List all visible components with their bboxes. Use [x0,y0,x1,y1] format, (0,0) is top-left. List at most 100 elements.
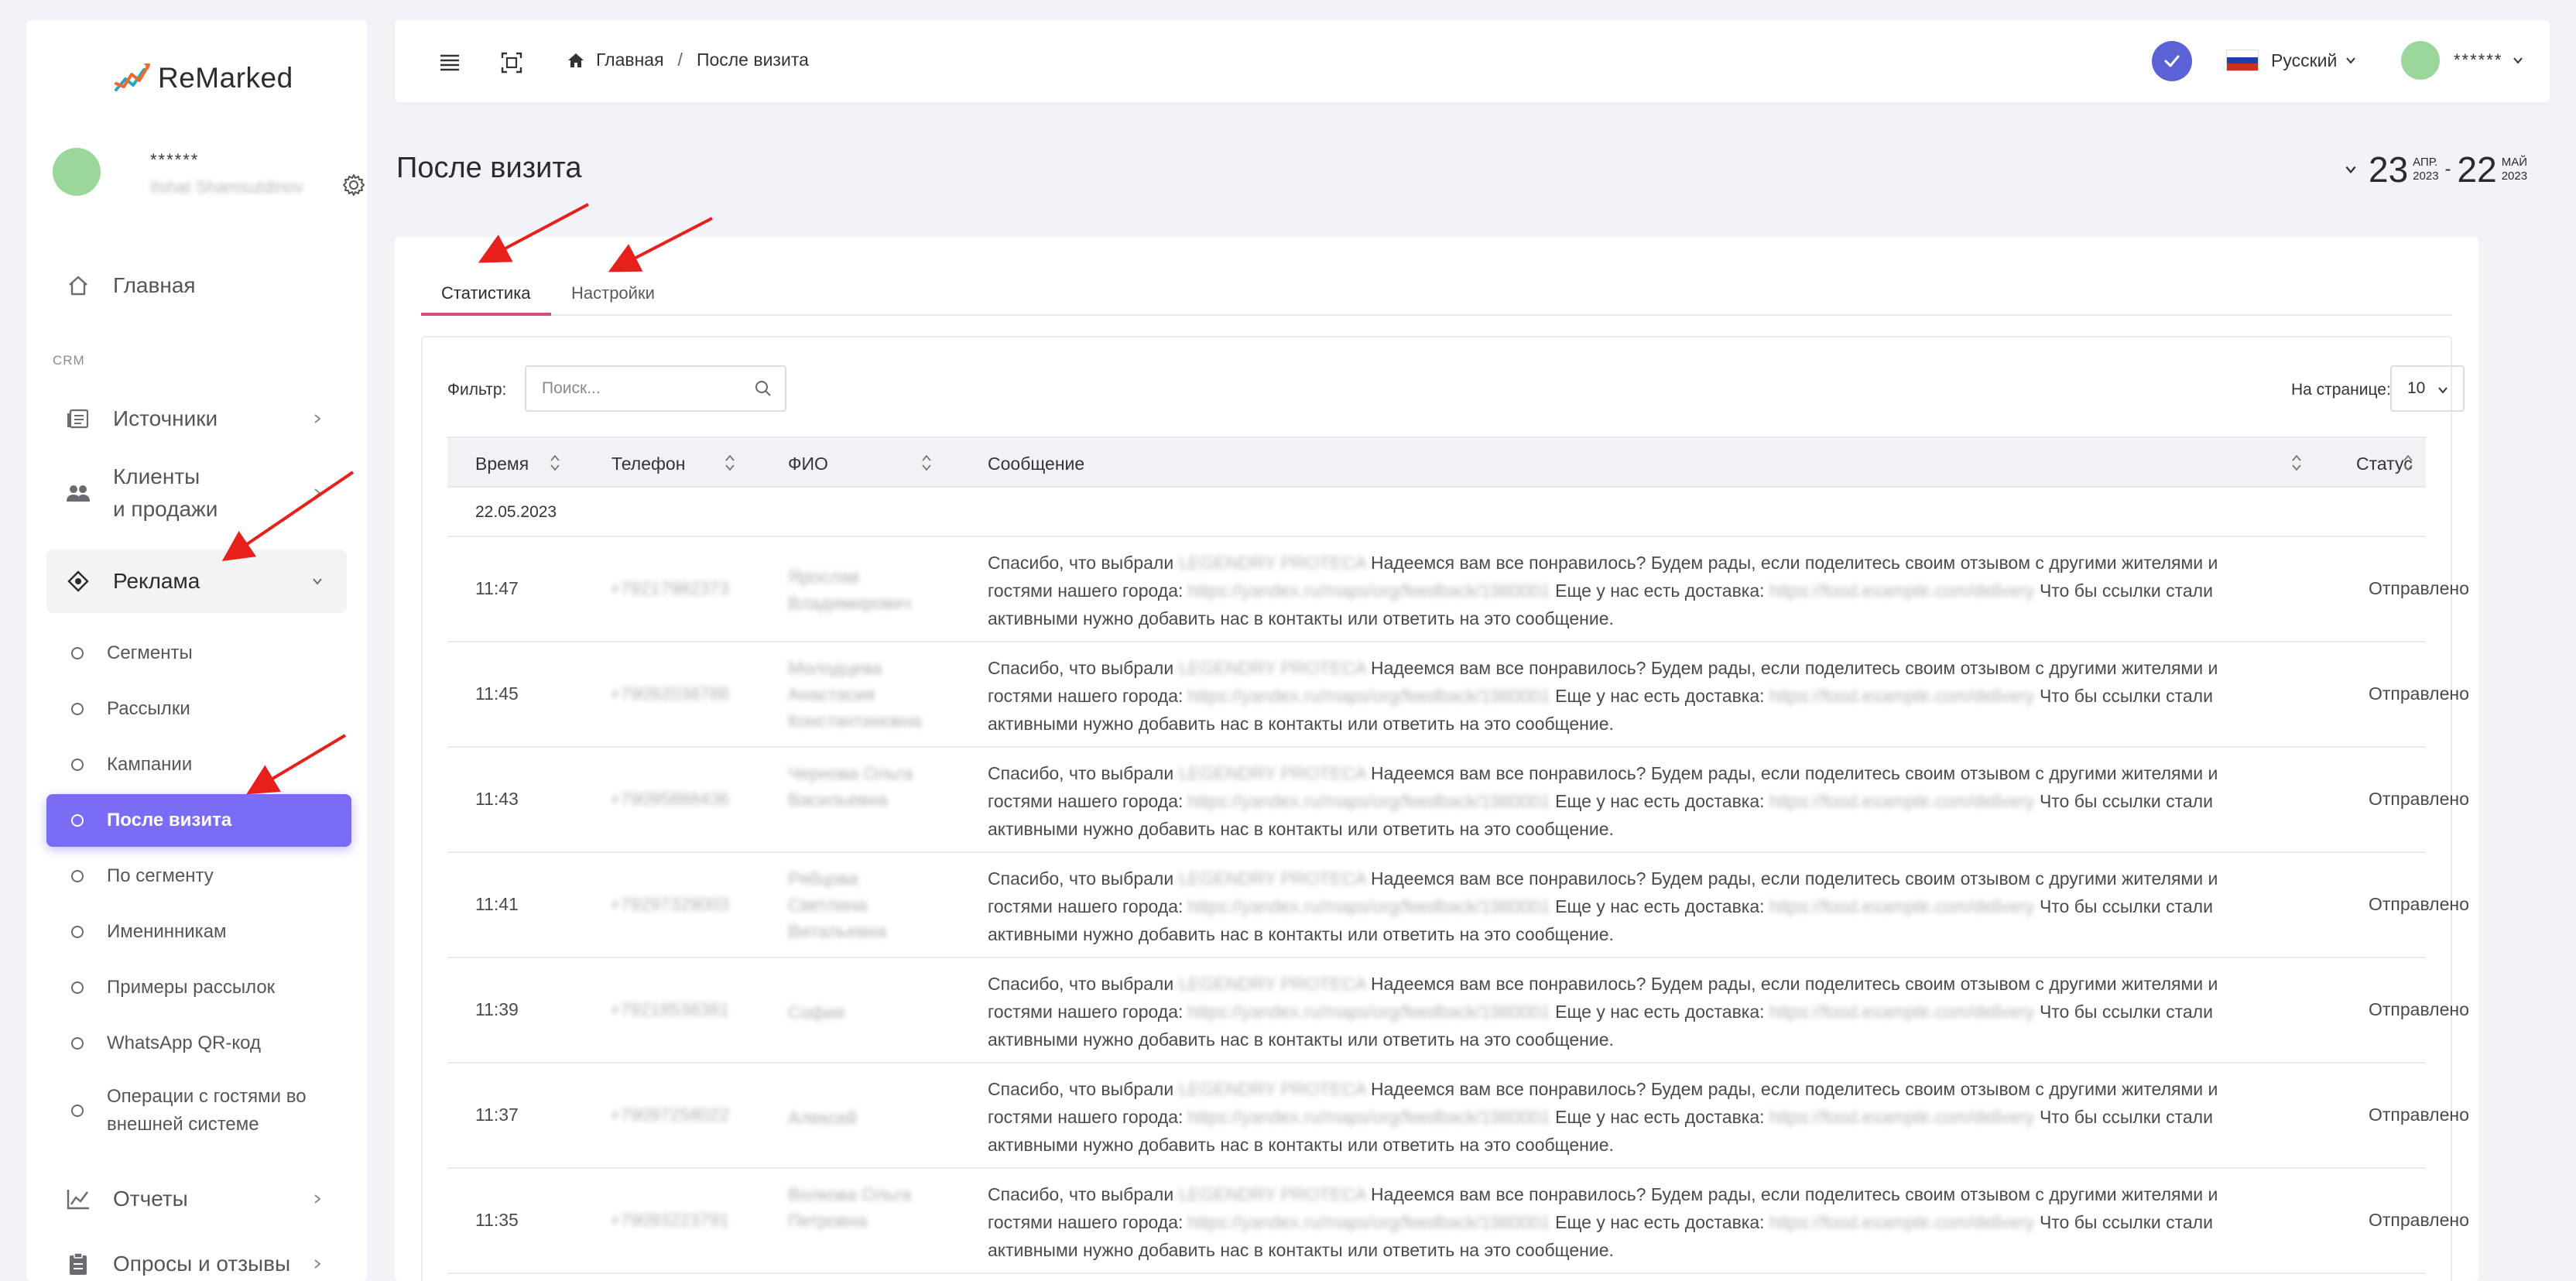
sidebar-item-label: Источники [113,406,218,430]
avatar[interactable] [53,148,101,196]
sidebar-item-label: Отчеты [113,1187,188,1211]
cell-phone: +79095888436 [610,789,730,809]
search-box [525,365,786,412]
user-menu[interactable]: ****** [2401,41,2524,80]
sidebar-item-clients[interactable]: Клиенты и продажи [46,450,347,536]
table-row[interactable]: 11:41 +79297329003 Рябцова Светлана Виталь… [447,853,2469,958]
cell-fio: Чернова Ольга Васильевна [788,763,913,810]
home-icon[interactable] [567,51,585,70]
sidebar-item-reports[interactable]: Отчеты [46,1167,347,1231]
table-row[interactable]: 11:35 +79093223791 Волкова Ольга Петровна С… [447,1169,2469,1274]
sidebar-item-label: Опросы и отзывы [113,1252,291,1276]
page-title: После визита [396,152,582,184]
sidebar-subitem-by-segment[interactable]: По сегменту [46,850,351,903]
sidebar-item-ads[interactable]: Реклама [46,550,347,613]
filter-label: Фильтр: [447,381,507,399]
chevron-right-icon [314,488,321,498]
per-page-label: На странице: [2291,381,2391,399]
search-icon[interactable] [754,379,772,398]
table-row[interactable]: 11:43 +79095888436 Чернова Ольга Васильевн… [447,748,2469,853]
subitem-label: Операции с гостями во внешней системе [107,1086,307,1135]
sidebar-item-label: Главная [113,273,196,297]
sidebar-item-sources[interactable]: Источники [46,387,347,450]
sort-icon[interactable] [724,454,735,472]
table-row[interactable]: 11:45 +79092038788 Молодцева Анастасия Кон… [447,642,2469,748]
cell-fio: Алексей [788,1108,858,1128]
sort-icon[interactable] [2403,454,2413,472]
cell-fio: София [788,1002,845,1022]
tab-settings[interactable]: Настройки [571,276,655,316]
sidebar-subitem-campaigns[interactable]: Кампании [46,738,351,791]
main-card: Статистика Настройки Фильтр: На странице… [395,237,2478,1281]
sidebar-user: ****** Ilshat Shamsutdinov [53,127,365,220]
date-from-day: 23 [2369,149,2409,190]
sort-icon[interactable] [921,454,932,472]
messages-table: Время Телефон ФИО Сообщение Статус 22.05… [447,437,2469,1274]
tab-statistics[interactable]: Статистика [421,276,551,316]
gear-icon[interactable] [342,173,365,197]
table-row[interactable]: 11:37 +79097258022 Алексей Спасибо, что выб… [447,1064,2469,1169]
circle-icon [71,981,84,994]
cell-message: Спасибо, что выбрали LEGENDRY PROTECA На… [988,658,2218,734]
cell-status: Отправлено [2369,1210,2469,1230]
sidebar-subitem-birthdays[interactable]: Именинникам [46,906,351,958]
sidebar-subitem-examples[interactable]: Примеры рассылок [46,961,351,1014]
cell-status: Отправлено [2369,578,2469,598]
app-logo[interactable]: ReMarked [113,60,293,96]
cell-phone: +79093223791 [610,1210,730,1230]
table-row[interactable]: 11:47 +79217982373 Ярослав Владимирович Спа… [447,537,2469,642]
breadcrumb-home[interactable]: Главная [596,50,664,70]
subitem-label: После визита [107,810,232,831]
subitem-label: Рассылки [107,698,190,719]
cell-fio: Рябцова Светлана Витальевна [788,868,887,941]
column-header-fio[interactable]: ФИО [788,454,828,474]
breadcrumb-current: После визита [696,50,809,70]
chevron-down-icon [313,578,322,585]
tabs: Статистика Настройки [421,276,2452,316]
sidebar: ReMarked ****** Ilshat Shamsutdinov Глав… [26,20,367,1281]
language-selector[interactable]: Русский [2226,50,2357,71]
circle-icon [71,759,84,771]
date-range-picker[interactable]: 23 АПР. 2023 - 22 МАЙ 2023 [2344,149,2527,190]
chevron-right-icon [314,1194,321,1204]
check-status-button[interactable] [2152,41,2192,81]
sidebar-subitem-external-ops[interactable]: Операции с гостями во внешней системе [46,1077,351,1144]
fullscreen-icon[interactable] [500,51,523,74]
cell-message: Спасибо, что выбрали LEGENDRY PROTECA На… [988,868,2218,944]
chevron-right-icon [314,414,321,423]
subitem-label: WhatsApp QR-код [107,1033,261,1053]
cell-time: 11:35 [475,1210,519,1230]
column-header-time[interactable]: Время [475,454,529,474]
sort-icon[interactable] [550,454,560,472]
chevron-down-icon [2438,387,2448,394]
column-header-phone[interactable]: Телефон [611,454,685,474]
breadcrumb: Главная / После визита [567,50,809,70]
cell-status: Отправлено [2369,789,2469,809]
surveys-icon [65,1251,91,1277]
sort-icon[interactable] [2291,454,2302,472]
menu-icon[interactable] [438,51,461,74]
avatar [2401,41,2440,80]
sidebar-subitem-after-visit[interactable]: После визита [46,794,351,847]
sidebar-item-surveys[interactable]: Опросы и отзывы [46,1232,347,1281]
cell-phone: +79218538381 [610,999,730,1019]
user-name: ****** [2454,50,2503,70]
sidebar-item-label: Клиенты и продажи [113,464,218,521]
sidebar-subitem-segments[interactable]: Сегменты [46,627,351,680]
sidebar-item-home[interactable]: Главная [46,254,347,317]
user-name: ****** [150,150,200,170]
cell-message: Спасибо, что выбрали LEGENDRY PROTECA На… [988,763,2218,839]
per-page-select[interactable]: 10 [2390,365,2465,412]
per-page-value: 10 [2407,379,2426,397]
date-group-label: 22.05.2023 [475,503,557,521]
app-name: ReMarked [158,62,293,94]
subitem-label: Кампании [107,754,193,775]
column-header-message[interactable]: Сообщение [988,454,1084,474]
sidebar-subitem-mailings[interactable]: Рассылки [46,683,351,735]
sidebar-subitem-whatsapp-qr[interactable]: WhatsApp QR-код [46,1017,351,1070]
search-input[interactable] [526,367,735,410]
chevron-down-icon [2345,166,2356,174]
table-row[interactable]: 11:39 +79218538381 София Спасибо, что выбра… [447,958,2469,1064]
cell-time: 11:43 [475,789,519,809]
cell-time: 11:47 [475,578,519,598]
